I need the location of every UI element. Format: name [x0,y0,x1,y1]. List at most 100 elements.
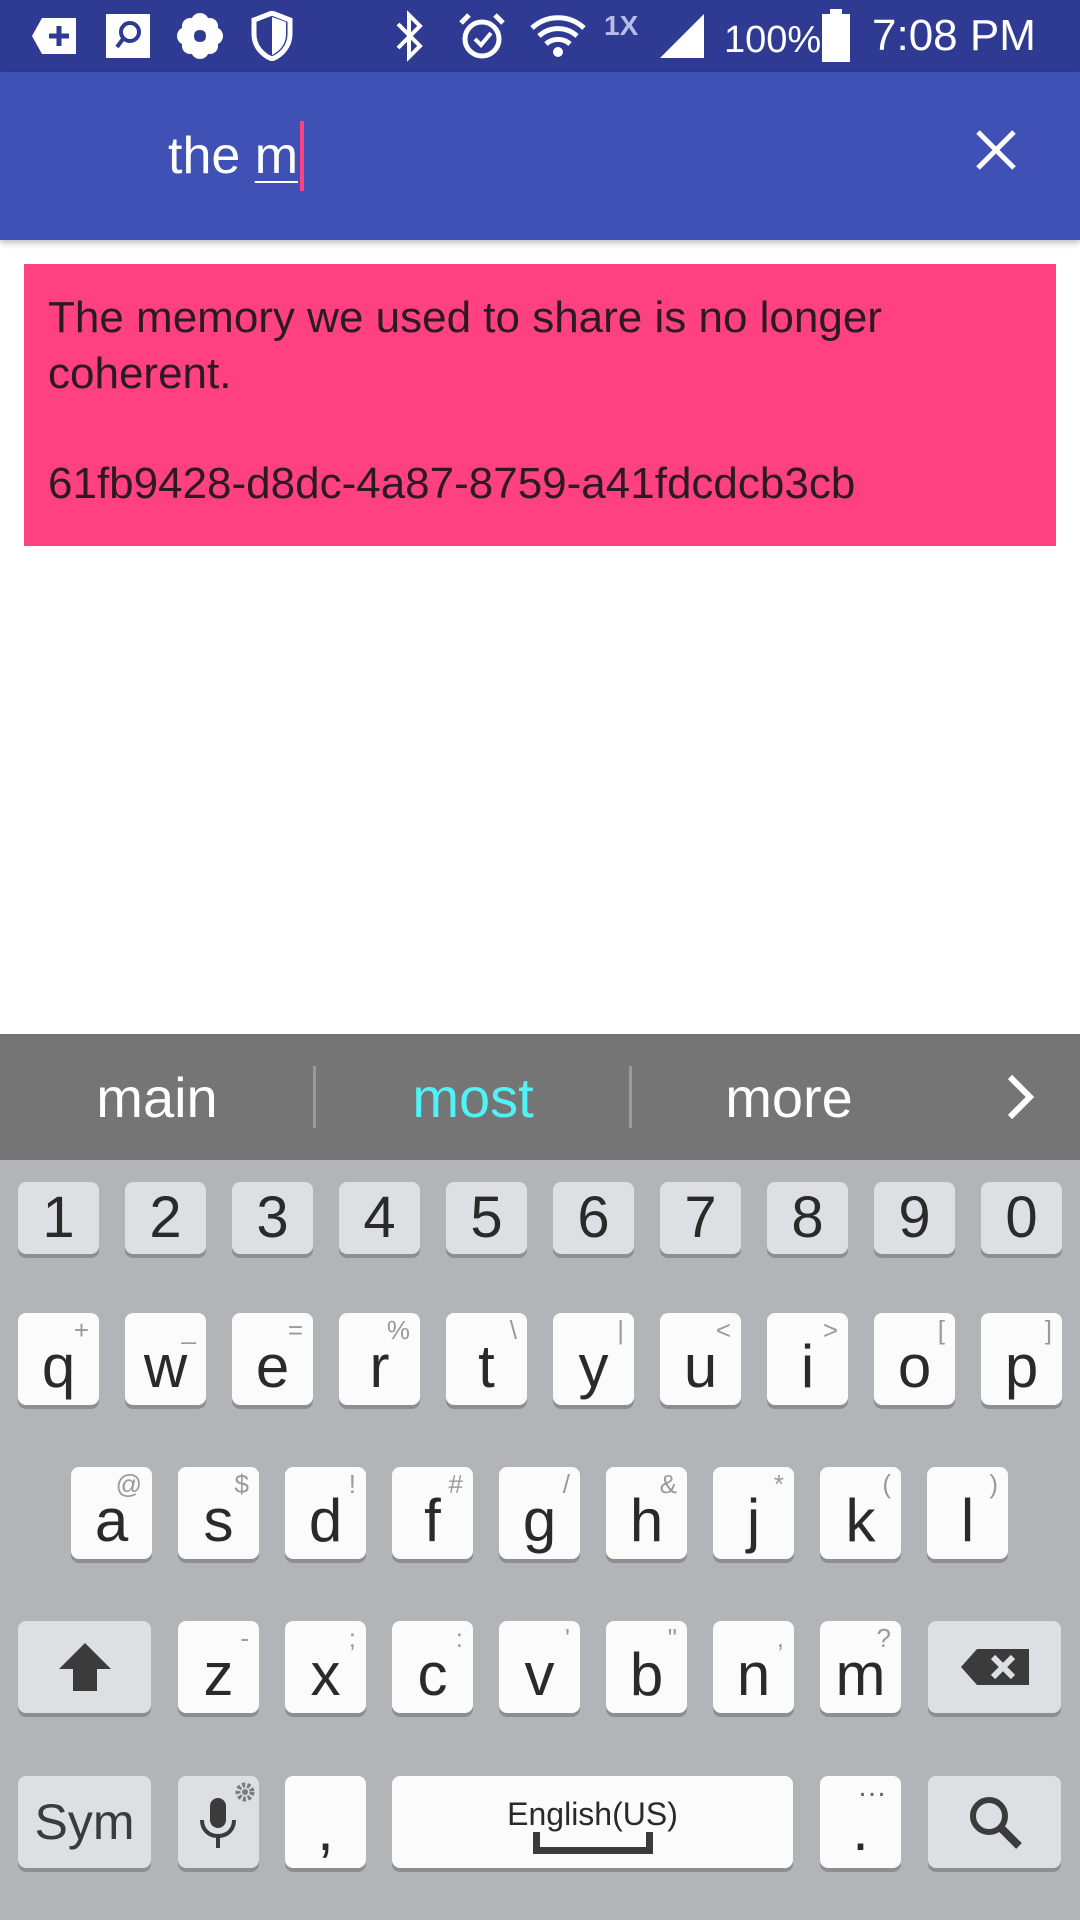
suggestion-divider [629,1066,632,1128]
key-z-label: z [203,1641,234,1708]
text-cursor [300,121,305,191]
result-card[interactable]: The memory we used to share is no longer… [24,264,1056,546]
key-7[interactable]: 7 [660,1182,741,1254]
key-d[interactable]: d! [285,1467,366,1559]
key-k-label: k [845,1487,876,1554]
shift-key[interactable] [18,1621,151,1713]
key-9[interactable]: 9 [874,1182,955,1254]
key-s-label: s [203,1487,234,1554]
key-0[interactable]: 0 [981,1182,1062,1254]
key-2[interactable]: 2 [125,1182,206,1254]
key-a[interactable]: a @ [71,1467,152,1559]
key-b-alt-label: " [667,1623,677,1653]
key-t[interactable]: t \ [446,1313,527,1405]
key-3[interactable]: 3 [232,1182,313,1254]
key-2-label: 2 [149,1185,182,1250]
key-u[interactable]: u < [660,1313,741,1405]
key-n[interactable]: n, [713,1621,794,1713]
key-6[interactable]: 6 [553,1182,634,1254]
search-input[interactable]: the m [168,118,305,194]
key-f-alt-label: # [448,1469,463,1499]
key-c[interactable]: c: [392,1621,473,1713]
key-r[interactable]: r% [339,1313,420,1405]
search-query-composing: m [254,127,299,185]
key-g-label: g [522,1487,557,1554]
battery-icon [808,8,864,64]
key-k-alt-label: ( [882,1469,891,1499]
key-i[interactable]: i > [767,1313,848,1405]
key-k[interactable]: k( [820,1467,901,1559]
key-z-alt-label: - [240,1623,249,1653]
clear-search-button[interactable] [960,114,1032,186]
key-s[interactable]: s $ [178,1467,259,1559]
key-m[interactable]: m? [820,1621,901,1713]
search-query-text: the [168,127,255,185]
suggestion-item-active[interactable]: most [318,1034,628,1160]
key-v-label: v [524,1641,555,1708]
space-key[interactable]: English(US) [392,1776,793,1868]
key-y-alt-label: | [617,1315,624,1345]
result-id: 61fb9428-d8dc-4a87-8759-a41fdcdcb3cb [48,459,856,508]
key-a-label: a [94,1487,129,1554]
search-app-icon [100,8,156,64]
more-suggestions-button[interactable] [984,1061,1056,1133]
key-f[interactable]: f # [392,1467,473,1559]
period-key[interactable]: . … [820,1770,901,1868]
key-y[interactable]: y | [553,1313,634,1405]
key-q[interactable]: q + [18,1313,99,1405]
key-l[interactable]: l) [927,1467,1008,1559]
key-p-label: p [1004,1333,1039,1400]
backspace-key[interactable] [928,1621,1061,1713]
key-m-alt-label: ? [876,1623,891,1653]
key-q-label: q [41,1333,76,1400]
suggestion-item[interactable]: main [2,1034,312,1160]
key-v[interactable]: v ' [499,1621,580,1713]
key-7-label: 7 [684,1185,717,1250]
flower-icon [172,8,228,64]
key-e[interactable]: e = [232,1313,313,1405]
key-m-label: m [835,1641,886,1708]
key-r-label: r [369,1333,390,1400]
key-j-label: j [746,1487,761,1554]
key-g-alt-label: / [562,1469,570,1499]
search-icon [969,1797,1022,1849]
key-t-label: t [478,1333,495,1400]
key-5-label: 5 [470,1185,503,1250]
key-x[interactable]: x; [285,1621,366,1713]
key-6-label: 6 [577,1185,610,1250]
key-h[interactable]: h & [606,1467,687,1559]
key-q-alt-label: + [73,1315,89,1345]
shift-icon [58,1643,111,1691]
key-8[interactable]: 8 [767,1182,848,1254]
suggestion-item[interactable]: more [634,1034,944,1160]
sym-key[interactable]: Sym [18,1776,151,1868]
key-3-label: 3 [256,1185,289,1250]
comma-key[interactable]: , [285,1776,366,1868]
key-z[interactable]: z- [178,1621,259,1713]
key-4[interactable]: 4 [339,1182,420,1254]
sym-key-label: Sym [34,1794,135,1850]
key-j[interactable]: j * [713,1467,794,1559]
period-alt-label: … [857,1770,887,1803]
key-4-label: 4 [363,1185,396,1250]
key-b[interactable]: b " [606,1621,687,1713]
key-1[interactable]: 1 [18,1182,99,1254]
key-1-label: 1 [42,1185,75,1250]
key-l-alt-label: ) [989,1469,998,1499]
key-g[interactable]: g / [499,1467,580,1559]
key-u-label: u [683,1333,718,1400]
search-key[interactable] [928,1776,1061,1868]
key-o-alt-label: [ [937,1315,945,1345]
key-5[interactable]: 5 [446,1182,527,1254]
result-text: The memory we used to share is no longer… [48,293,882,398]
key-p[interactable]: p] [981,1313,1062,1405]
add-box-icon [28,8,84,64]
mic-key[interactable] [178,1776,259,1868]
key-o[interactable]: o[ [874,1313,955,1405]
key-u-alt-label: < [715,1315,731,1345]
key-w[interactable]: w _ [125,1313,206,1405]
key-c-alt-label: : [455,1623,463,1653]
period-key-label: . [852,1796,869,1863]
clock: 7:08 PM [872,11,1036,60]
chevron-right-icon [1007,1074,1035,1120]
